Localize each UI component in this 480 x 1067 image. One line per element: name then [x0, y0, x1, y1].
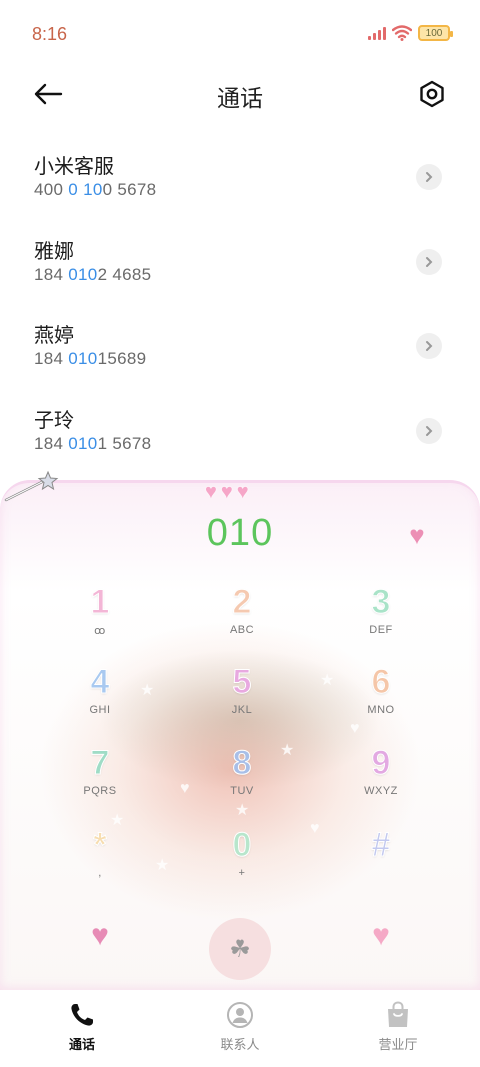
contact-name: 雅娜 [34, 240, 74, 263]
key-6[interactable]: 6 MNO [331, 662, 431, 734]
key-letters: PQRS [83, 785, 117, 797]
delete-heart-icon[interactable]: ♥ [402, 520, 432, 550]
key-letters: JKL [231, 704, 253, 716]
battery-icon: 100 [418, 25, 453, 41]
bottom-navigation: 通话 联系人 营业厅 [0, 990, 480, 1067]
heart-icon: ♥ [205, 481, 217, 503]
key-star[interactable]: * , [50, 825, 150, 897]
contact-result[interactable]: 雅娜 184 0102 4685 [0, 219, 480, 304]
contact-number: 400 0 100 5678 [34, 180, 157, 199]
heart-left-button[interactable]: ♥ [80, 916, 120, 956]
tab-label: 联系人 [220, 1037, 260, 1052]
chevron-right-icon [426, 341, 433, 351]
title-bar: 通话 [0, 64, 480, 124]
contact-result[interactable]: 子玲 184 0101 5678 [0, 388, 480, 473]
tab-label: 通话 [68, 1037, 95, 1052]
key-digit: # [371, 826, 391, 865]
chevron-right-icon [426, 256, 433, 267]
search-results-list: 小米客服 400 0 100 5678 雅娜 184 0102 4685 燕婷 … [0, 134, 480, 472]
contact-name: 小米客服 [34, 156, 114, 178]
key-digit: * [93, 826, 107, 865]
key-digit: 7 [90, 744, 110, 783]
key-8[interactable]: 8 TUV [192, 743, 292, 815]
chevron-right-icon [426, 172, 433, 182]
key-2[interactable]: 2 ABC [192, 582, 292, 654]
tab-calls[interactable]: 通话 [32, 1000, 132, 1053]
key-letters: MNO [367, 704, 395, 716]
contact-result[interactable]: 燕婷 184 01015689 [0, 303, 480, 388]
contact-person-icon [227, 1002, 253, 1028]
clover-icon: ☘ [229, 935, 251, 963]
key-4[interactable]: 4 GHI [50, 662, 150, 734]
status-time: 8:16 [32, 24, 68, 44]
key-digit: 9 [371, 744, 391, 783]
key-digit: 6 [371, 663, 391, 702]
key-5[interactable]: 5 JKL [192, 662, 292, 734]
key-0[interactable]: 0 + [192, 825, 292, 897]
key-hash[interactable]: # [331, 825, 431, 897]
contact-number: 184 0101 5678 [34, 433, 152, 453]
phone-icon [71, 1004, 93, 1026]
key-letters: ABC [229, 624, 255, 636]
tab-label: 营业厅 [378, 1037, 418, 1052]
voicemail-icon: ꝏ [94, 625, 106, 637]
tab-contacts[interactable]: 联系人 [190, 1000, 290, 1053]
magic-wand-icon [4, 470, 59, 502]
dialpad-panel: ♥ ♥ ♥ 010 ♥ ★ ★ ★ ♥ ♥ ★ ♥ ★ ★ 1 ꝏ 2 ABC … [0, 480, 480, 990]
star-icon: ★ [155, 857, 170, 874]
contact-result[interactable]: 小米客服 400 0 100 5678 [0, 134, 480, 219]
number-match: 010 [68, 433, 98, 453]
heart-icon: ♥ [236, 481, 249, 503]
key-letters: + [238, 867, 246, 879]
star-icon: ♥ [310, 820, 320, 837]
key-digit: 3 [371, 583, 391, 622]
contact-detail-button[interactable] [416, 417, 442, 444]
signal-icon [368, 26, 386, 40]
key-digit: 4 [90, 663, 110, 702]
star-icon: ♥ [180, 780, 190, 797]
shopping-bag-icon [388, 1001, 408, 1027]
contact-number: 184 01015689 [34, 349, 147, 368]
contact-detail-button[interactable] [416, 333, 442, 359]
key-letters: WXYZ [364, 785, 398, 797]
key-1[interactable]: 1 ꝏ [50, 582, 150, 654]
contact-name: 子玲 [34, 409, 74, 432]
page-title: 通话 [217, 85, 263, 111]
tab-service-hall[interactable]: 营业厅 [348, 1000, 448, 1053]
contact-detail-button[interactable] [416, 164, 442, 190]
call-button[interactable]: ☘ [209, 918, 271, 980]
key-9[interactable]: 9 WXYZ [331, 743, 431, 815]
heart-right-button[interactable]: ♥ [361, 916, 401, 956]
key-letters: , [98, 867, 102, 879]
key-letters: GHI [89, 704, 111, 716]
key-digit: 5 [232, 663, 252, 702]
key-3[interactable]: 3 DEF [331, 582, 431, 654]
status-icons: 100 [368, 25, 453, 41]
contact-detail-button[interactable] [416, 248, 442, 275]
key-7[interactable]: 7 PQRS [50, 743, 150, 815]
key-digit: 0 [232, 826, 252, 865]
hearts-decoration: ♥ ♥ ♥ [205, 482, 249, 502]
key-digit: 8 [232, 744, 252, 783]
settings-button[interactable] [414, 76, 450, 112]
wifi-icon [392, 25, 412, 41]
key-letters: TUV [230, 785, 254, 797]
chevron-right-icon [426, 425, 433, 436]
battery-level: 100 [425, 27, 443, 39]
status-bar: 8:16 100 [0, 0, 480, 64]
number-match: 010 [68, 349, 98, 368]
key-letters: DEF [369, 624, 393, 636]
heart-icon: ♥ [220, 481, 233, 503]
contact-name: 燕婷 [34, 325, 74, 347]
key-digit: 2 [232, 583, 252, 622]
contact-number: 184 0102 4685 [34, 264, 152, 284]
number-match: 0 10 [68, 180, 103, 199]
number-match: 010 [68, 264, 98, 284]
settings-hexagon-icon [420, 80, 444, 108]
key-digit: 1 [90, 583, 110, 622]
